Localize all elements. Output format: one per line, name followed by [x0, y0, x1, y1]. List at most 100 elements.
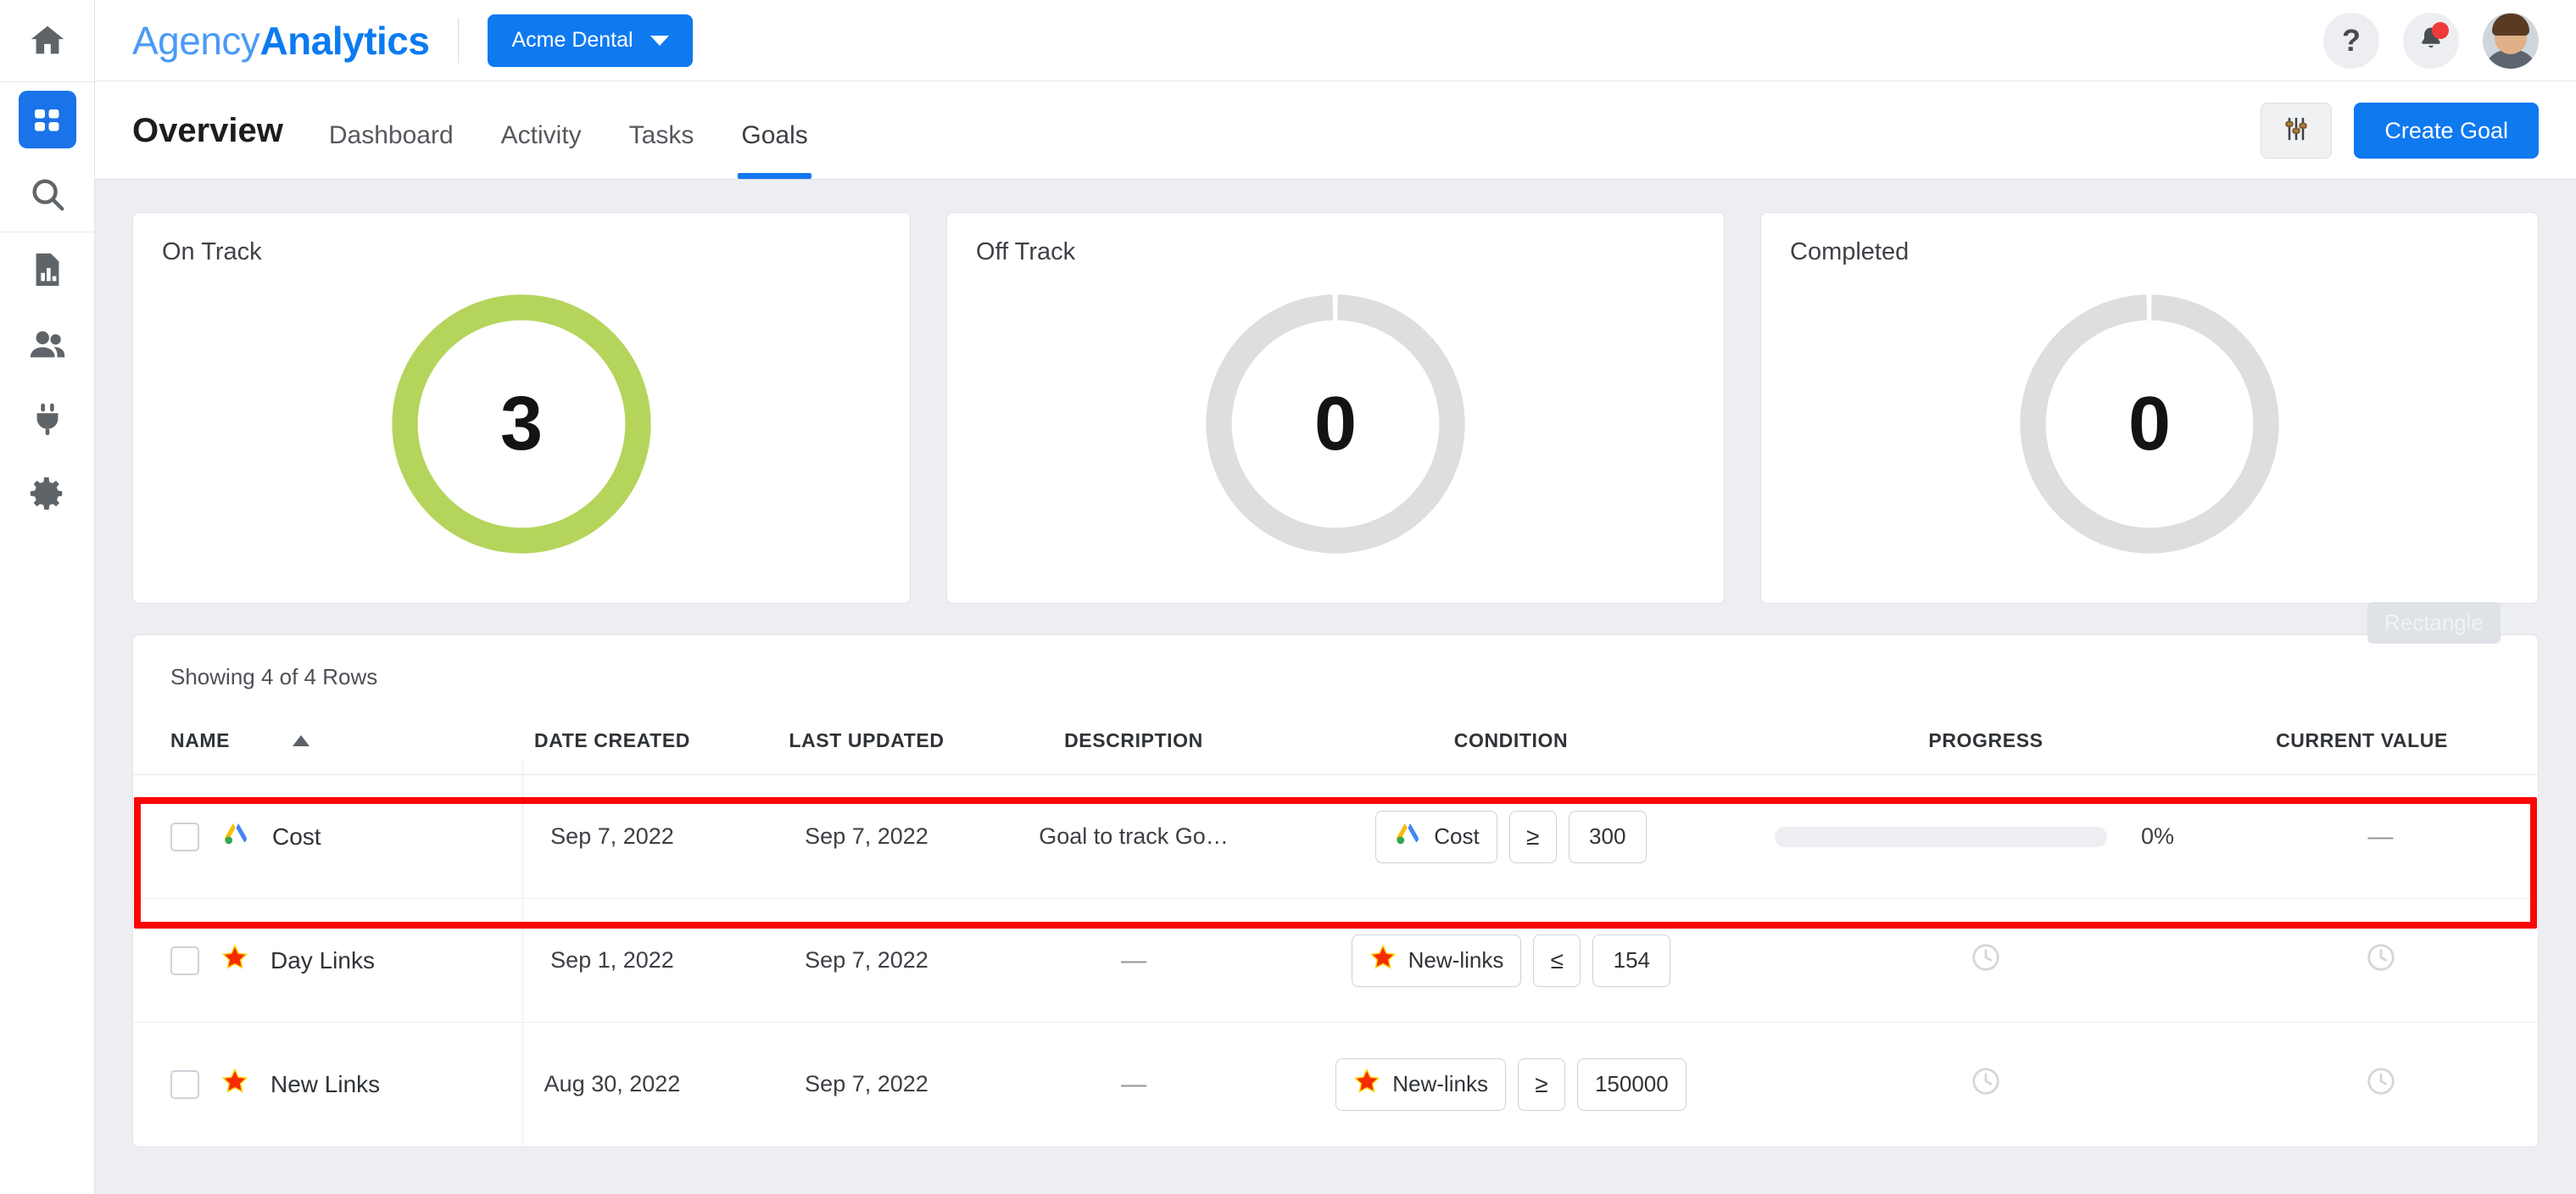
star-icon	[1353, 1068, 1380, 1101]
table-head: NAME DATE CREATED LAST UPDATED DESCRIPTI…	[133, 690, 2538, 775]
table-row[interactable]: Day Links Sep 1, 2022 Sep 7, 2022 — New-…	[133, 899, 2538, 1023]
filter-settings-button[interactable]	[2261, 103, 2333, 159]
page-title: Overview	[132, 112, 283, 149]
donut-wrap-completed: 0	[1761, 284, 2538, 564]
tab-goals[interactable]: Goals	[738, 121, 812, 179]
clock-icon	[1970, 1068, 2002, 1102]
column-header-description[interactable]: DESCRIPTION	[994, 690, 1274, 775]
condition-value-chip[interactable]: 154	[1592, 934, 1671, 987]
chevron-down-icon	[650, 35, 669, 46]
card-title-completed: Completed	[1790, 238, 1910, 265]
left-sidebar	[0, 0, 95, 1194]
question-mark-icon: ?	[2342, 22, 2361, 58]
tab-activity[interactable]: Activity	[501, 121, 582, 179]
condition-value-chip[interactable]: 300	[1568, 810, 1647, 863]
main-column: AgencyAnalytics Acme Dental ? Overview D…	[95, 0, 2576, 1194]
cell-description: —	[1121, 946, 1146, 974]
create-goal-button[interactable]: Create Goal	[2354, 103, 2539, 159]
column-header-current-value[interactable]: CURRENT VALUE	[2223, 690, 2538, 775]
nav-actions: Create Goal	[2261, 103, 2539, 179]
account-selector-button[interactable]: Acme Dental	[488, 14, 693, 67]
rectangle-overlay-label: Rectangle	[2367, 602, 2501, 644]
card-off-track: Off Track 0	[946, 212, 1725, 604]
row-count-label: Showing 4 of 4 Rows	[170, 664, 378, 689]
grid-icon	[18, 91, 76, 148]
content-area: On Track 3 Off Track 0 Completed 0 Recta…	[95, 180, 2576, 1194]
donut-value-on-track: 3	[499, 381, 544, 466]
cell-name: Day Links	[133, 899, 485, 1023]
sort-ascending-icon	[293, 735, 310, 746]
home-icon	[28, 21, 67, 60]
column-header-last-updated[interactable]: LAST UPDATED	[739, 690, 994, 775]
column-header-progress[interactable]: PROGRESS	[1748, 690, 2223, 775]
condition-operator-chip[interactable]: ≥	[1517, 1057, 1565, 1111]
condition-operator-chip[interactable]: ≥	[1508, 810, 1557, 863]
sidebar-item-settings[interactable]	[0, 456, 95, 531]
google-ads-icon	[1393, 819, 1422, 854]
condition-value-chip[interactable]: 150000	[1576, 1057, 1687, 1111]
goals-table: NAME DATE CREATED LAST UPDATED DESCRIPTI…	[133, 690, 2538, 1147]
help-button[interactable]: ?	[2323, 12, 2379, 69]
row-checkbox[interactable]	[170, 1069, 199, 1099]
sidebar-group-home	[0, 0, 94, 82]
cell-date-created: Aug 30, 2022	[544, 1071, 681, 1097]
row-checkbox[interactable]	[170, 946, 199, 975]
row-checkbox[interactable]	[170, 822, 199, 851]
avatar-hair	[2492, 14, 2529, 36]
goals-table-panel: Rectangle Showing 4 of 4 Rows NAME DATE …	[132, 602, 2539, 1147]
app-root: AgencyAnalytics Acme Dental ? Overview D…	[0, 0, 2576, 1194]
name-column-separator	[522, 759, 523, 1147]
avatar[interactable]	[2483, 12, 2539, 69]
condition-metric-chip[interactable]: New-links	[1335, 1057, 1506, 1111]
donut-off-track: 0	[1196, 284, 1475, 564]
star-icon	[221, 944, 248, 977]
condition-operator-chip[interactable]: ≤	[1533, 934, 1581, 987]
card-title-off-track: Off Track	[976, 238, 1076, 265]
goal-name-label: Day Links	[270, 946, 375, 974]
sidebar-item-search[interactable]	[0, 157, 95, 232]
cell-description: Goal to track Go…	[1039, 823, 1229, 849]
sidebar-item-integrations[interactable]	[0, 382, 95, 456]
plug-icon	[28, 399, 67, 438]
column-header-date-created[interactable]: DATE CREATED	[485, 690, 739, 775]
card-on-track: On Track 3	[132, 212, 911, 604]
donut-wrap-off-track: 0	[947, 284, 1724, 564]
cell-current-value	[2223, 1023, 2538, 1147]
sidebar-item-clients[interactable]	[0, 307, 95, 382]
brand-logo[interactable]: AgencyAnalytics	[132, 18, 430, 64]
sidebar-item-home[interactable]	[0, 0, 95, 81]
sidebar-group-tools	[0, 232, 94, 531]
section-nav-bar: Overview Dashboard Activity Tasks Goals	[95, 81, 2576, 180]
sidebar-item-dashboards[interactable]	[0, 82, 95, 157]
condition-metric-chip[interactable]: Cost	[1375, 810, 1497, 863]
column-header-condition[interactable]: CONDITION	[1274, 690, 1748, 775]
condition-metric-label: New-links	[1392, 1071, 1488, 1097]
tab-dashboard[interactable]: Dashboard	[329, 121, 454, 179]
table-row[interactable]: Cost Sep 7, 2022 Sep 7, 2022 Goal to tra…	[133, 775, 2538, 899]
cell-progress	[1748, 899, 2223, 1023]
star-icon	[221, 1068, 248, 1101]
sidebar-item-reports[interactable]	[0, 232, 95, 307]
donut-completed: 0	[2010, 284, 2289, 564]
cell-current-value: —	[2367, 822, 2394, 851]
cell-condition: New-links ≤ 154	[1274, 899, 1748, 1023]
condition-metric-chip[interactable]: New-links	[1351, 934, 1522, 987]
table-header-row: NAME DATE CREATED LAST UPDATED DESCRIPTI…	[133, 690, 2538, 775]
cell-name: Cost	[133, 775, 485, 899]
goal-name-label: Cost	[272, 823, 321, 850]
sliders-icon	[2283, 115, 2310, 147]
star-icon	[1369, 944, 1397, 977]
top-bar: AgencyAnalytics Acme Dental ?	[95, 0, 2576, 81]
cell-last-updated: Sep 7, 2022	[805, 1071, 928, 1097]
notifications-button[interactable]	[2403, 12, 2459, 69]
cell-name: New Links	[133, 1023, 485, 1147]
google-ads-icon	[221, 819, 250, 854]
search-icon	[28, 175, 67, 214]
tab-tasks[interactable]: Tasks	[629, 121, 694, 179]
table-row[interactable]: New Links Aug 30, 2022 Sep 7, 2022 — New…	[133, 1023, 2538, 1147]
cell-progress: 0%	[1748, 775, 2223, 899]
goal-name-label: New Links	[270, 1070, 381, 1097]
column-header-name[interactable]: NAME	[133, 690, 485, 775]
cell-last-updated: Sep 7, 2022	[805, 823, 928, 849]
sidebar-group-main	[0, 82, 94, 232]
